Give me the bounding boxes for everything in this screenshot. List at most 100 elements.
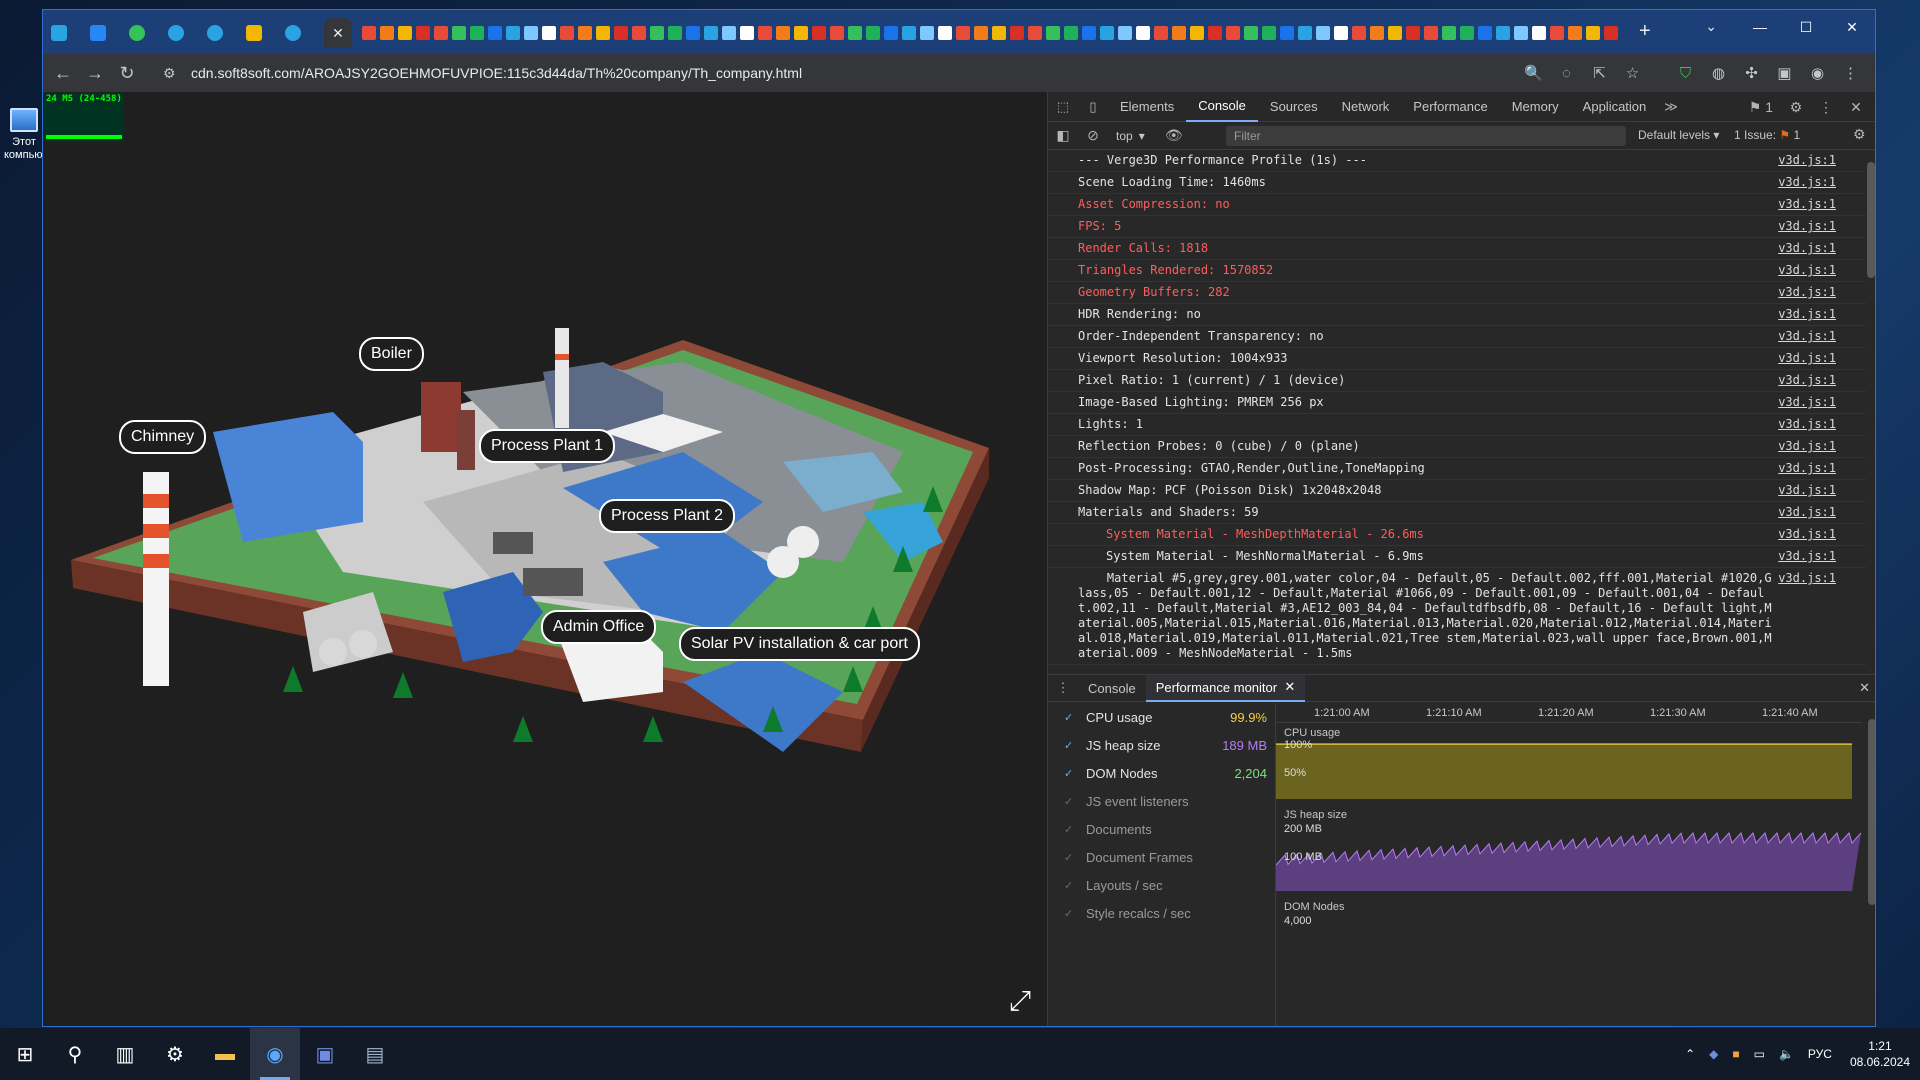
live-expression-eye-icon[interactable]: 👁 xyxy=(1159,127,1189,144)
tab-favicon-icon[interactable] xyxy=(524,26,538,40)
back-icon[interactable]: ← xyxy=(47,63,79,84)
tray-app-icon[interactable]: ◆ xyxy=(1709,1047,1718,1061)
devtools-tab-performance[interactable]: Performance xyxy=(1401,92,1499,122)
inspect-element-icon[interactable]: ⬚ xyxy=(1048,99,1078,115)
tab-favicon-icon[interactable] xyxy=(1208,26,1222,40)
scrollbar-thumb[interactable] xyxy=(1867,162,1875,278)
tab-favicon-icon[interactable] xyxy=(416,26,430,40)
tab-favicon-icon[interactable] xyxy=(1154,26,1168,40)
tab-favicon-icon[interactable] xyxy=(1136,26,1150,40)
tab-favicon-icon[interactable] xyxy=(1388,26,1402,40)
tab-favicon-icon[interactable] xyxy=(1406,26,1420,40)
console-source-link[interactable]: v3d.js:1 xyxy=(1778,527,1836,542)
issues-badge[interactable]: ⚑ 1 xyxy=(1749,99,1773,116)
console-source-link[interactable]: v3d.js:1 xyxy=(1778,175,1836,190)
metric-checkbox-icon[interactable]: ✓ xyxy=(1064,879,1078,892)
adblock-shield-icon[interactable]: ⛉ xyxy=(1669,65,1702,82)
app-tab-icon[interactable] xyxy=(168,25,184,41)
scene-label-boiler[interactable]: Boiler xyxy=(359,337,424,371)
tab-favicon-icon[interactable] xyxy=(1262,26,1276,40)
console-source-link[interactable]: v3d.js:1 xyxy=(1778,417,1836,432)
tab-favicon-icon[interactable] xyxy=(956,26,970,40)
tab-close-icon[interactable]: ✕ xyxy=(332,25,344,42)
profile-avatar[interactable]: ◉ xyxy=(1801,64,1834,82)
tab-favicon-icon[interactable] xyxy=(452,26,466,40)
task-view-icon[interactable]: ▥ xyxy=(100,1028,150,1080)
browser-taskbar-icon[interactable]: ◉ xyxy=(250,1028,300,1080)
tab-favicon-icon[interactable] xyxy=(830,26,844,40)
file-explorer-icon[interactable]: ▬ xyxy=(200,1028,250,1080)
tab-favicon-icon[interactable] xyxy=(848,26,862,40)
volume-icon[interactable]: 🔈 xyxy=(1779,1047,1794,1061)
tab-favicon-icon[interactable] xyxy=(812,26,826,40)
metric-checkbox-icon[interactable]: ✓ xyxy=(1064,795,1078,808)
drawer-tab-performance-monitor[interactable]: Performance monitor ✕ xyxy=(1145,674,1306,702)
tab-favicon-icon[interactable] xyxy=(650,26,664,40)
tab-favicon-icon[interactable] xyxy=(776,26,790,40)
tab-favicon-icon[interactable] xyxy=(1190,26,1204,40)
tab-favicon-icon[interactable] xyxy=(1586,26,1600,40)
bookmark-star-icon[interactable]: ☆ xyxy=(1616,64,1649,82)
issues-counter[interactable]: 1 Issue: ⚑ 1 xyxy=(1734,128,1800,142)
language-indicator[interactable]: РУС xyxy=(1808,1047,1832,1061)
tab-favicon-icon[interactable] xyxy=(938,26,952,40)
tab-favicon-icon[interactable] xyxy=(488,26,502,40)
tab-favicon-icon[interactable] xyxy=(1352,26,1366,40)
clock[interactable]: 1:21 08.06.2024 xyxy=(1850,1038,1910,1070)
tray-app-icon[interactable]: ■ xyxy=(1732,1047,1739,1061)
tab-favicon-icon[interactable] xyxy=(1334,26,1348,40)
tab-favicon-icon[interactable] xyxy=(1064,26,1078,40)
devtools-tab-elements[interactable]: Elements xyxy=(1108,92,1186,122)
tab-favicon-icon[interactable] xyxy=(398,26,412,40)
tab-favicon-icon[interactable] xyxy=(866,26,880,40)
console-source-link[interactable]: v3d.js:1 xyxy=(1778,549,1836,564)
fullscreen-icon[interactable]: ⤢ xyxy=(1003,984,1037,1018)
close-devtools-icon[interactable]: ✕ xyxy=(1841,99,1871,116)
devtools-tab-application[interactable]: Application xyxy=(1571,92,1659,122)
console-source-link[interactable]: v3d.js:1 xyxy=(1778,285,1836,300)
drawer-tab-console[interactable]: Console xyxy=(1078,675,1146,702)
devtools-tab-memory[interactable]: Memory xyxy=(1500,92,1571,122)
sidebar-toggle-icon[interactable]: ◧ xyxy=(1048,127,1078,144)
zoom-icon[interactable]: 🔍 xyxy=(1517,64,1550,82)
green-tab-icon[interactable] xyxy=(129,25,145,41)
metric-row[interactable]: ✓ CPU usage 99.9% xyxy=(1048,703,1275,731)
network-icon[interactable]: ▭ xyxy=(1754,1047,1765,1061)
metric-checkbox-icon[interactable]: ✓ xyxy=(1064,711,1078,724)
active-tab[interactable]: ✕ xyxy=(324,18,352,48)
console-source-link[interactable]: v3d.js:1 xyxy=(1778,373,1836,388)
tab-favicon-icon[interactable] xyxy=(1604,26,1618,40)
settings-gear-icon[interactable]: ⚙ xyxy=(1781,99,1811,116)
browser-menu-icon[interactable]: ⋮ xyxy=(1834,64,1867,82)
tab-favicon-icon[interactable] xyxy=(614,26,628,40)
site-info-icon[interactable]: ⚙ xyxy=(163,65,179,82)
scene-label-chimney[interactable]: Chimney xyxy=(119,420,207,454)
vpn-globe-icon[interactable]: ◍ xyxy=(1702,64,1735,82)
share-icon[interactable]: ⇱ xyxy=(1583,64,1616,82)
console-scrollbar[interactable] xyxy=(1865,154,1875,670)
minimize-button[interactable]: — xyxy=(1737,10,1783,44)
metric-row[interactable]: ✓ Layouts / sec xyxy=(1048,871,1275,899)
metric-row[interactable]: ✓ Style recalcs / sec xyxy=(1048,899,1275,927)
tab-favicon-icon[interactable] xyxy=(974,26,988,40)
tab-favicon-icon[interactable] xyxy=(1280,26,1294,40)
metric-row[interactable]: ✓ JS event listeners xyxy=(1048,787,1275,815)
desktop-icon-this-pc[interactable]: Этот компьютер xyxy=(4,108,59,162)
console-source-link[interactable]: v3d.js:1 xyxy=(1778,329,1836,344)
tab-favicon-icon[interactable] xyxy=(1316,26,1330,40)
tab-favicon-icon[interactable] xyxy=(1028,26,1042,40)
metric-row[interactable]: ✓ Document Frames xyxy=(1048,843,1275,871)
tab-favicon-icon[interactable] xyxy=(992,26,1006,40)
forward-icon[interactable]: → xyxy=(79,63,111,84)
drawer-menu-icon[interactable]: ⋮ xyxy=(1048,680,1078,696)
tab-favicon-icon[interactable] xyxy=(506,26,520,40)
tab-favicon-icon[interactable] xyxy=(470,26,484,40)
console-source-link[interactable]: v3d.js:1 xyxy=(1778,461,1836,476)
start-button[interactable]: ⊞ xyxy=(0,1028,50,1080)
tab-favicon-icon[interactable] xyxy=(632,26,646,40)
console-source-link[interactable]: v3d.js:1 xyxy=(1778,505,1836,520)
tab-favicon-icon[interactable] xyxy=(668,26,682,40)
context-selector[interactable]: top ▾ xyxy=(1108,129,1153,143)
devtools-tab-network[interactable]: Network xyxy=(1330,92,1402,122)
sidepanel-icon[interactable]: ▣ xyxy=(1768,64,1801,82)
